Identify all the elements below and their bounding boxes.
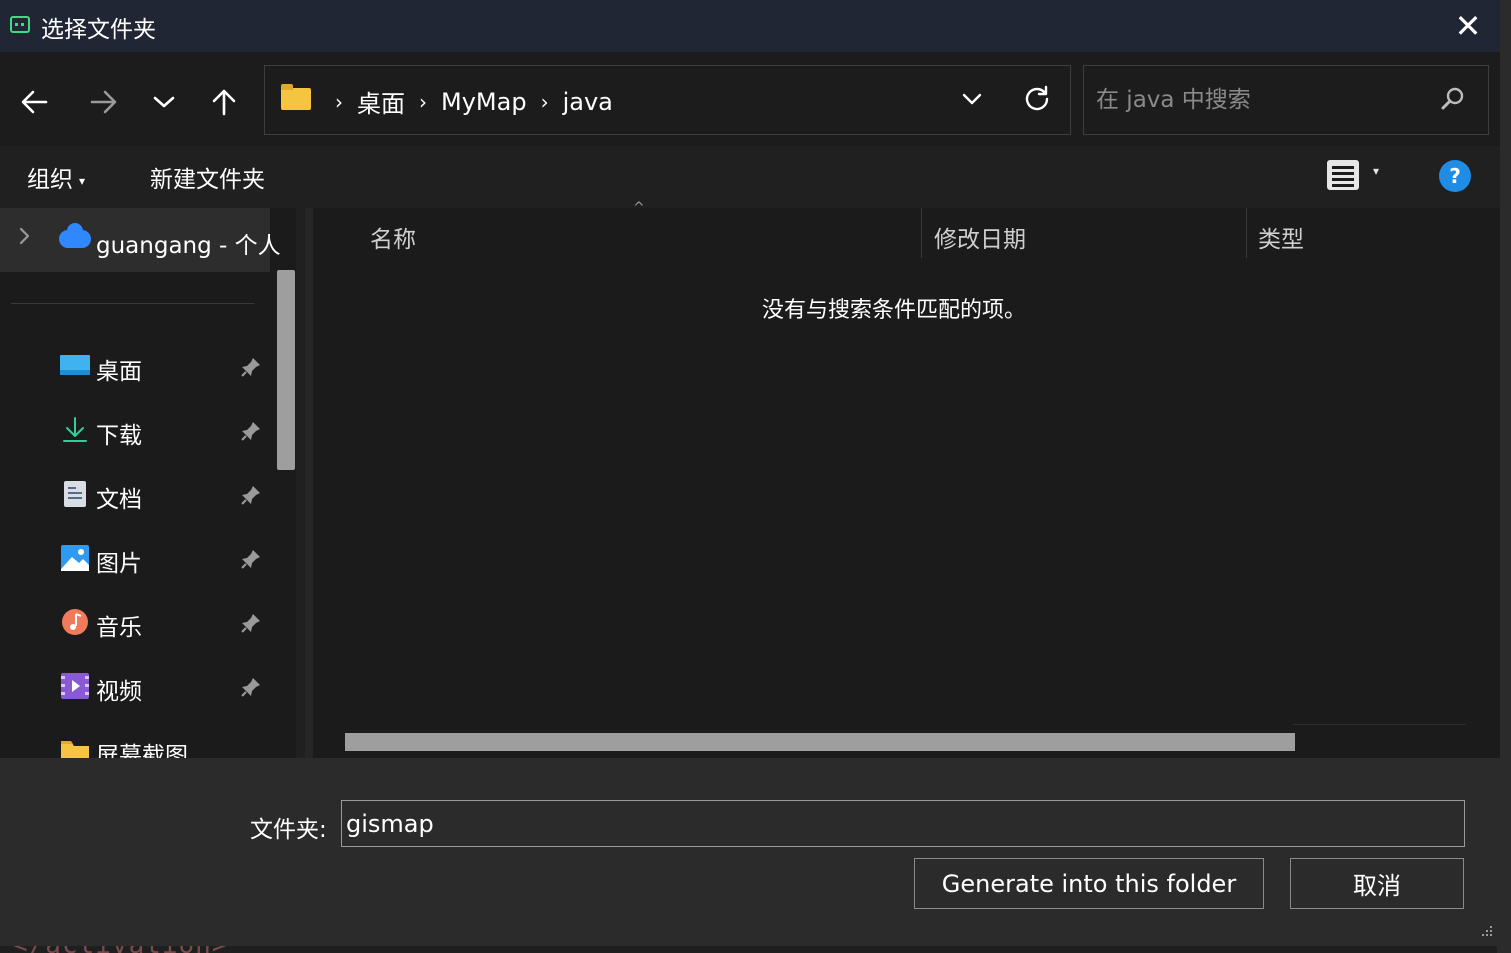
download-icon: [63, 417, 87, 442]
resize-grip-icon[interactable]: [1478, 924, 1494, 940]
pin-icon[interactable]: [240, 612, 262, 634]
app-icon: [10, 16, 30, 33]
generate-into-folder-button[interactable]: Generate into this folder: [914, 858, 1264, 909]
back-button[interactable]: [12, 82, 56, 122]
desktop-icon: [60, 355, 90, 375]
chevron-right-icon[interactable]: [18, 226, 30, 251]
forward-button[interactable]: [82, 82, 126, 122]
chevron-down-icon: [153, 96, 175, 108]
sort-ascending-icon: ^: [633, 200, 645, 216]
sidebar-scrollbar[interactable]: [276, 270, 296, 470]
breadcrumb-java[interactable]: java: [563, 88, 613, 116]
pin-icon[interactable]: [240, 484, 262, 506]
new-folder-button[interactable]: 新建文件夹: [150, 160, 265, 194]
breadcrumb: › 桌面 › MyMap › java: [321, 84, 613, 119]
breadcrumb-desktop[interactable]: 桌面: [357, 84, 405, 119]
breadcrumb-mymap[interactable]: MyMap: [441, 88, 527, 116]
list-view-icon: [1327, 160, 1359, 190]
divider: [1293, 724, 1466, 725]
title-bar: 选择文件夹 ✕: [0, 0, 1500, 52]
sidebar-item-label: 音乐: [96, 615, 142, 641]
address-bar[interactable]: › 桌面 › MyMap › java: [264, 65, 1071, 135]
folder-icon: [281, 84, 311, 110]
arrow-up-icon: [212, 89, 236, 116]
file-list: 名称 ^ 修改日期 类型 没有与搜索条件匹配的项。: [313, 200, 1500, 758]
scrollbar-thumb[interactable]: [277, 270, 295, 470]
column-separator[interactable]: [1246, 208, 1247, 258]
navigation-pane: guangang - 个人 桌面 下载 文档 图片 音乐 视频 屏幕截图: [0, 208, 296, 758]
arrow-left-icon: [21, 90, 48, 114]
sidebar-item-videos[interactable]: 视频: [0, 656, 270, 720]
view-options-button[interactable]: ▾: [1323, 158, 1387, 198]
column-header-name[interactable]: 名称: [370, 220, 416, 272]
sidebar-item-music[interactable]: 音乐: [0, 592, 270, 656]
address-dropdown-button[interactable]: [955, 82, 989, 116]
help-button[interactable]: ?: [1439, 160, 1471, 192]
pane-splitter[interactable]: [305, 208, 313, 758]
sidebar-item-label: 文档: [96, 487, 142, 513]
music-icon: [62, 609, 88, 635]
search-input[interactable]: [1096, 84, 1426, 116]
folder-icon: [61, 741, 89, 758]
footer-bar: 文件夹: Generate into this folder 取消: [0, 758, 1500, 946]
breadcrumb-separator: ›: [335, 89, 343, 114]
column-header-type[interactable]: 类型: [1258, 220, 1304, 272]
refresh-icon: [1025, 85, 1049, 111]
pin-icon[interactable]: [240, 420, 262, 442]
recent-locations-button[interactable]: [142, 82, 186, 122]
folder-name-input[interactable]: [341, 800, 1465, 847]
sidebar-item-label: 视频: [96, 679, 142, 705]
window-title: 选择文件夹: [41, 17, 156, 43]
divider: [11, 303, 254, 304]
pictures-icon: [61, 545, 89, 571]
sidebar-item-label: 下载: [96, 423, 142, 449]
sidebar-item-label: 屏幕截图: [96, 743, 188, 758]
sidebar-item-screenshots[interactable]: 屏幕截图: [0, 720, 270, 758]
breadcrumb-separator: ›: [540, 89, 549, 114]
empty-results-message: 没有与搜索条件匹配的项。: [762, 298, 1027, 323]
folder-picker-dialog: 选择文件夹 ✕ › 桌面 › MyMap › java 在 java 中搜索 组…: [0, 0, 1500, 946]
sidebar-item-label: 图片: [96, 551, 142, 577]
pin-icon[interactable]: [240, 548, 262, 570]
refresh-button[interactable]: [1019, 80, 1055, 116]
sidebar-item-onedrive[interactable]: guangang - 个人: [0, 208, 281, 272]
sidebar-item-desktop[interactable]: 桌面: [0, 336, 270, 400]
up-button[interactable]: [202, 82, 246, 122]
command-bar: 组织 ▾ 新建文件夹 ▾ ?: [0, 146, 1500, 208]
videos-icon: [61, 673, 89, 699]
sidebar-item-label: 桌面: [96, 359, 142, 385]
onedrive-cloud-icon: [59, 223, 91, 248]
pin-icon[interactable]: [240, 676, 262, 698]
pin-icon[interactable]: [240, 356, 262, 378]
column-header-date-modified[interactable]: 修改日期: [934, 220, 1026, 272]
search-icon[interactable]: [1440, 86, 1466, 112]
cancel-button[interactable]: 取消: [1290, 858, 1464, 909]
sidebar-item-label: guangang - 个人: [96, 233, 281, 259]
sidebar-item-pictures[interactable]: 图片: [0, 528, 270, 592]
organize-menu-button[interactable]: 组织 ▾: [27, 160, 85, 194]
folder-label: 文件夹:: [250, 817, 327, 843]
sidebar-item-documents[interactable]: 文档: [0, 464, 270, 528]
documents-icon: [64, 481, 86, 507]
chevron-down-icon: [962, 93, 982, 105]
organize-label: 组织: [27, 167, 73, 193]
caret-down-icon: ▾: [79, 173, 86, 188]
column-separator[interactable]: [921, 208, 922, 258]
sidebar-item-downloads[interactable]: 下载: [0, 400, 270, 464]
horizontal-scrollbar[interactable]: [345, 733, 1295, 751]
arrow-right-icon: [90, 90, 117, 114]
close-button[interactable]: ✕: [1446, 6, 1490, 46]
navigation-bar: › 桌面 › MyMap › java: [0, 52, 1500, 146]
search-box[interactable]: [1083, 65, 1489, 135]
breadcrumb-separator: ›: [419, 89, 427, 114]
caret-down-icon: ▾: [1373, 164, 1380, 178]
